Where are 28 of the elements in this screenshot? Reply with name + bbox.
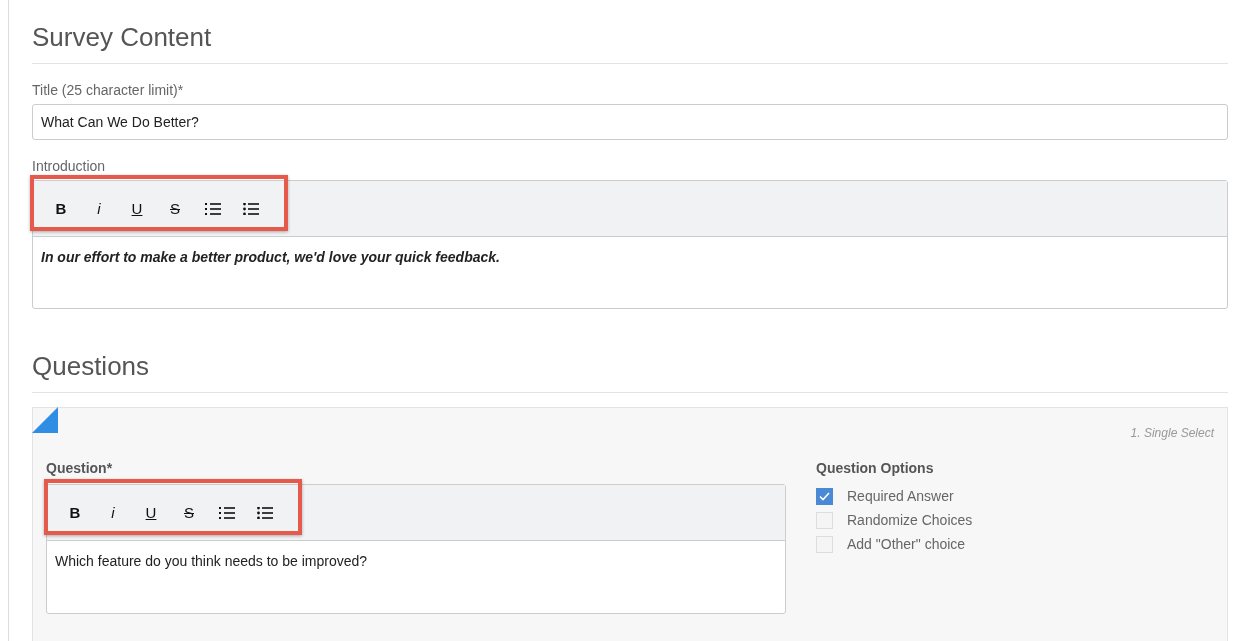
field-label: Title (25 character limit)* (32, 82, 185, 98)
bullet-list-icon (257, 506, 273, 519)
numbered-list-icon (219, 506, 235, 519)
format-button[interactable]: i (83, 194, 115, 223)
section-heading: Survey Content (32, 22, 1228, 64)
options-heading: Question Options (816, 460, 935, 476)
option-label: Required Answer (847, 488, 954, 504)
numbered-list-icon (205, 202, 221, 215)
format-button[interactable]: U (135, 498, 167, 527)
format-button[interactable]: S (159, 194, 191, 223)
field-label: Introduction (32, 158, 107, 174)
format-button[interactable]: B (45, 194, 77, 223)
editor-text: In our effort to make a better product, we'd love your quick feedback. (40, 248, 501, 267)
title-field[interactable]: What Can We Do Better? (32, 104, 1228, 140)
option-label: Randomize Choices (847, 512, 973, 528)
option-label: Add "Other" choice (847, 536, 966, 552)
check-icon (819, 491, 830, 501)
format-button[interactable]: B (59, 498, 91, 527)
format-button[interactable]: i (97, 498, 129, 527)
field-label: Question* (46, 460, 114, 476)
section-heading: Questions (32, 351, 1228, 393)
format-button[interactable]: U (121, 194, 153, 223)
editor-text: Which feature do you think needs to be improved? (54, 552, 369, 571)
bullet-list-icon (243, 202, 259, 215)
corner-icon (32, 407, 58, 433)
checkbox[interactable] (816, 487, 833, 505)
question-type: 1. Single Select (1130, 426, 1214, 440)
format-button[interactable]: S (173, 498, 205, 527)
